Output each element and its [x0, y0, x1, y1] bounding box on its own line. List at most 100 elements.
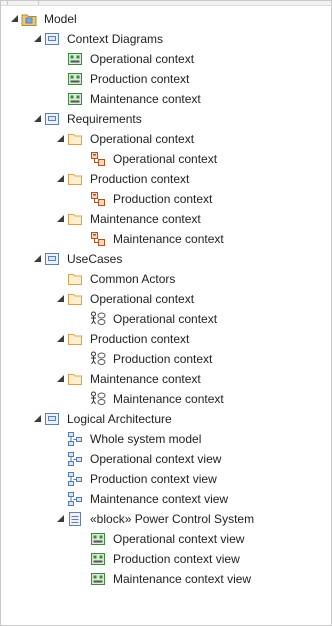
- folder-icon: [67, 331, 83, 347]
- context-diagram-icon: [90, 571, 106, 587]
- logical-diagram-icon: [67, 471, 83, 487]
- context-diagram-icon: [67, 51, 83, 67]
- tree-node[interactable]: Maintenance context: [1, 89, 331, 109]
- package-icon: [44, 111, 60, 127]
- tree-node-label: Requirements: [67, 112, 142, 126]
- context-diagram-icon: [67, 91, 83, 107]
- use-case-diagram-icon: [90, 391, 106, 407]
- tree-node-label: Model: [44, 12, 77, 26]
- tree-node-label: Production context: [90, 172, 190, 186]
- tree-node[interactable]: Operational context: [1, 289, 331, 309]
- tab-strip: [1, 1, 331, 6]
- tree-node-label: Production context: [113, 352, 213, 366]
- tree-node-label: Maintenance context: [113, 392, 224, 406]
- folder-icon: [67, 211, 83, 227]
- tree-node-label: Operational context view: [113, 532, 245, 546]
- folder-icon: [67, 371, 83, 387]
- expand-toggle[interactable]: [57, 335, 64, 342]
- tree-node[interactable]: Operational context: [1, 309, 331, 329]
- expand-toggle[interactable]: [34, 415, 41, 422]
- use-case-diagram-icon: [90, 351, 106, 367]
- requirements-diagram-icon: [90, 231, 106, 247]
- package-icon: [44, 251, 60, 267]
- tree-node-label: Production context: [90, 332, 190, 346]
- tab-divider: [38, 1, 39, 5]
- tree-node-label: Operational context: [90, 292, 195, 306]
- tree-node-label: Context Diagrams: [67, 32, 164, 46]
- context-diagram-icon: [67, 71, 83, 87]
- project-browser-panel: Model Context Diagrams Operational context…: [0, 0, 332, 626]
- tree-node-label: Whole system model: [90, 432, 202, 446]
- tree-node[interactable]: Requirements: [1, 109, 331, 129]
- tree-node-label: Maintenance context view: [90, 492, 229, 506]
- tree-node-label: Common Actors: [90, 272, 176, 286]
- tree-node-label: UseCases: [67, 252, 123, 266]
- tree-node[interactable]: Model: [1, 9, 331, 29]
- tab-divider: [7, 1, 8, 5]
- tree-node[interactable]: Operational context: [1, 149, 331, 169]
- tree-node[interactable]: Operational context: [1, 129, 331, 149]
- tree-node[interactable]: Maintenance context: [1, 389, 331, 409]
- folder-icon: [67, 291, 83, 307]
- expand-toggle[interactable]: [57, 515, 64, 522]
- requirements-diagram-icon: [90, 191, 106, 207]
- block-icon: [67, 511, 83, 527]
- tree-node[interactable]: Context Diagrams: [1, 29, 331, 49]
- tree-node[interactable]: Maintenance context view: [1, 489, 331, 509]
- tree-node[interactable]: Production context: [1, 189, 331, 209]
- tree-node[interactable]: UseCases: [1, 249, 331, 269]
- tree-node-label: Maintenance context: [90, 212, 201, 226]
- context-diagram-icon: [90, 531, 106, 547]
- logical-diagram-icon: [67, 431, 83, 447]
- expand-toggle[interactable]: [57, 215, 64, 222]
- expand-toggle[interactable]: [34, 255, 41, 262]
- tree-node[interactable]: Maintenance context: [1, 229, 331, 249]
- tree-node-label: Maintenance context: [90, 92, 201, 106]
- tree-node[interactable]: Maintenance context view: [1, 569, 331, 589]
- tree-node-label: Production context: [90, 72, 190, 86]
- model-root-icon: [21, 11, 37, 27]
- tree-node[interactable]: Production context: [1, 169, 331, 189]
- expand-toggle[interactable]: [34, 35, 41, 42]
- tree-node[interactable]: Production context view: [1, 549, 331, 569]
- expand-toggle[interactable]: [57, 175, 64, 182]
- tree-node[interactable]: Production context: [1, 69, 331, 89]
- package-icon: [44, 31, 60, 47]
- folder-icon: [67, 271, 83, 287]
- expand-toggle[interactable]: [57, 295, 64, 302]
- requirements-diagram-icon: [90, 151, 106, 167]
- tree-node-label: Operational context view: [90, 452, 222, 466]
- tree-node-label: Maintenance context view: [113, 572, 252, 586]
- tree-node-label: Operational context: [90, 52, 195, 66]
- tree-node[interactable]: Production context: [1, 349, 331, 369]
- tree-node[interactable]: Whole system model: [1, 429, 331, 449]
- tree-node-label: Maintenance context: [90, 372, 201, 386]
- logical-diagram-icon: [67, 451, 83, 467]
- tree-node-label: Production context view: [113, 552, 240, 566]
- tree-node[interactable]: Operational context view: [1, 449, 331, 469]
- context-diagram-icon: [90, 551, 106, 567]
- tree-node[interactable]: Operational context: [1, 49, 331, 69]
- tree-node-label: Operational context: [113, 152, 218, 166]
- tree-node-label: Maintenance context: [113, 232, 224, 246]
- tree-node-label: Operational context: [113, 312, 218, 326]
- expand-toggle[interactable]: [57, 135, 64, 142]
- tree-node[interactable]: Maintenance context: [1, 209, 331, 229]
- folder-icon: [67, 171, 83, 187]
- tree-node[interactable]: Common Actors: [1, 269, 331, 289]
- expand-toggle[interactable]: [34, 115, 41, 122]
- tree-node-label: «block» Power Control System: [90, 512, 255, 526]
- tree-node-label: Production context: [113, 192, 213, 206]
- expand-toggle[interactable]: [11, 15, 18, 22]
- tree-node[interactable]: Production context view: [1, 469, 331, 489]
- folder-icon: [67, 131, 83, 147]
- tree-node-label: Operational context: [90, 132, 195, 146]
- tree-node[interactable]: Operational context view: [1, 529, 331, 549]
- tree-node[interactable]: Maintenance context: [1, 369, 331, 389]
- use-case-diagram-icon: [90, 311, 106, 327]
- tree-node[interactable]: «block» Power Control System: [1, 509, 331, 529]
- tree-node[interactable]: Logical Architecture: [1, 409, 331, 429]
- expand-toggle[interactable]: [57, 375, 64, 382]
- package-icon: [44, 411, 60, 427]
- tree-node[interactable]: Production context: [1, 329, 331, 349]
